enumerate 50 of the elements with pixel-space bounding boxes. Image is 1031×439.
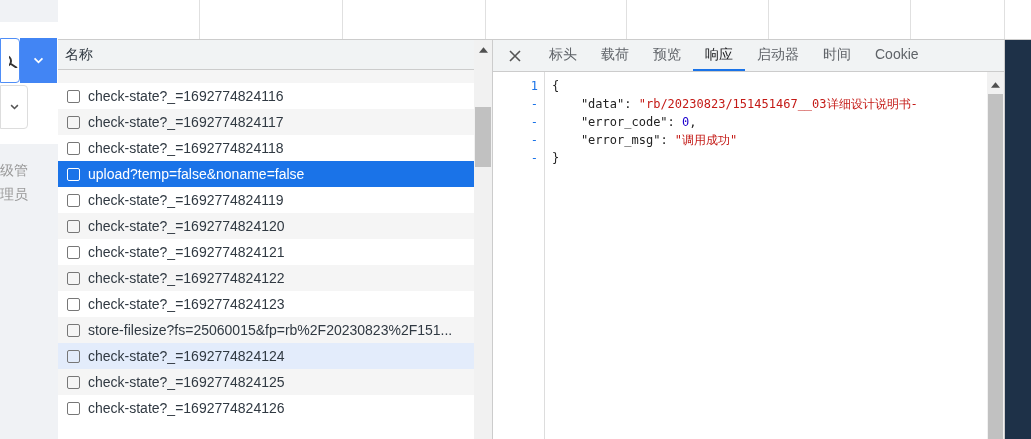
checkbox-icon — [67, 89, 80, 103]
checkbox-icon — [67, 219, 80, 233]
request-row[interactable]: store-filesize?fs=25060015&fp=rb%2F20230823%2F151... — [58, 317, 474, 343]
request-row[interactable]: check-state?_=1692774824124 — [58, 343, 474, 369]
checkbox-icon — [67, 323, 80, 337]
checkbox-icon — [67, 375, 80, 389]
code-line: } — [552, 150, 561, 167]
request-row[interactable]: check-state?_=1692774824125 — [58, 369, 474, 395]
checkbox-icon — [67, 297, 80, 311]
detail-tab[interactable]: 预览 — [641, 40, 693, 71]
line-number: - — [530, 96, 538, 113]
checkbox-icon — [67, 141, 80, 155]
checkbox-icon — [67, 401, 80, 415]
line-number: - — [530, 132, 538, 149]
code-line: "error_msg": "调用成功" — [579, 132, 739, 149]
checkbox-icon — [67, 193, 80, 207]
detail-tab[interactable]: 载荷 — [589, 40, 641, 71]
line-number: 1 — [530, 78, 538, 95]
line-number: - — [530, 114, 538, 131]
search-field[interactable] — [0, 38, 20, 83]
detail-tab[interactable]: 时间 — [811, 40, 863, 71]
scrollbar-thumb[interactable] — [988, 94, 1003, 439]
request-row[interactable]: check-state?_=1692774824122 — [58, 265, 474, 291]
column-header[interactable]: 名称 — [58, 40, 474, 70]
detail-tab[interactable]: 启动器 — [745, 40, 811, 71]
side-label: 理员 — [0, 185, 29, 204]
code-line: { — [552, 78, 561, 95]
checkbox-icon — [67, 115, 80, 129]
scroll-up-icon[interactable] — [991, 82, 1000, 88]
request-row[interactable]: check-state?_=1692774824120 — [58, 213, 474, 239]
checkbox-icon — [67, 167, 80, 181]
checkbox-icon — [67, 245, 80, 259]
request-row[interactable]: check-state?_=1692774824117 — [58, 109, 474, 135]
checkbox-icon — [67, 349, 80, 363]
detail-tab[interactable]: 标头 — [537, 40, 589, 71]
line-number: - — [530, 150, 538, 167]
code-line: "data": "rb/20230823/151451467__03详细设计说明书- — [579, 96, 919, 113]
detail-tab[interactable]: Cookie — [863, 40, 931, 71]
scrollbar-thumb[interactable] — [475, 107, 491, 167]
chevron-down-icon — [33, 57, 44, 64]
checkbox-icon — [67, 271, 80, 285]
request-row[interactable]: upload?temp=false&noname=false — [58, 161, 474, 187]
scrollbar[interactable] — [987, 72, 1004, 439]
scroll-up-icon[interactable] — [478, 47, 488, 53]
side-label: 级管 — [0, 161, 29, 180]
select-field[interactable] — [0, 85, 28, 129]
scrollbar[interactable] — [474, 40, 492, 439]
chevron-down-icon — [9, 104, 19, 110]
code-line: "error_code": 0, — [579, 114, 698, 131]
detail-tab[interactable]: 响应 — [693, 40, 745, 71]
